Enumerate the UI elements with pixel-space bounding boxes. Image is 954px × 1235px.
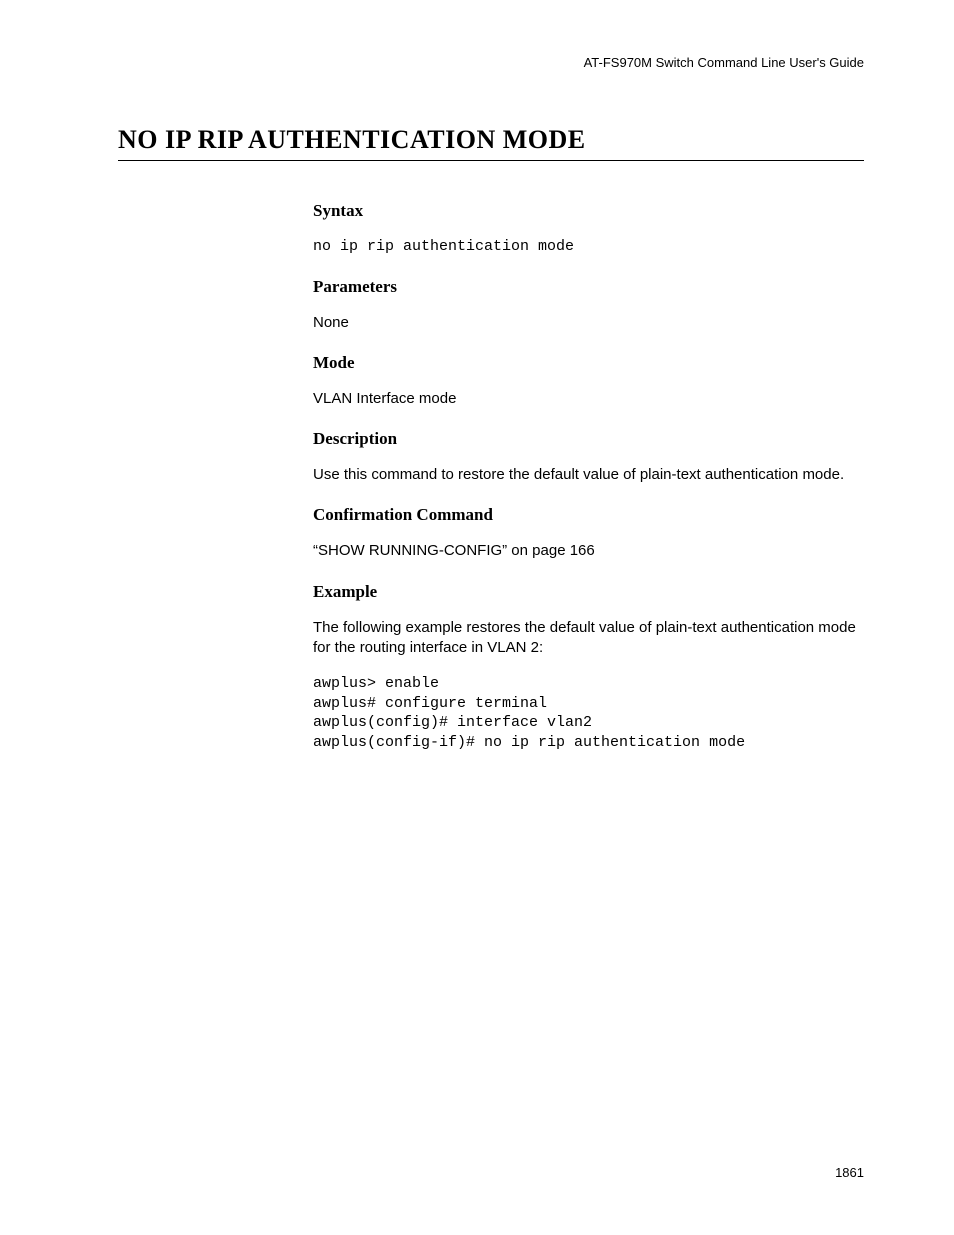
confirmation-heading: Confirmation Command [313, 505, 864, 525]
mode-heading: Mode [313, 353, 864, 373]
content-body: Syntax no ip rip authentication mode Par… [313, 201, 864, 752]
syntax-command: no ip rip authentication mode [313, 237, 864, 257]
document-page: AT-FS970M Switch Command Line User's Gui… [0, 0, 954, 800]
parameters-value: None [313, 313, 864, 333]
syntax-heading: Syntax [313, 201, 864, 221]
confirmation-text: “SHOW RUNNING-CONFIG” on page 166 [313, 541, 864, 561]
mode-value: VLAN Interface mode [313, 389, 864, 409]
page-title: NO IP RIP AUTHENTICATION MODE [118, 125, 864, 161]
example-intro: The following example restores the defau… [313, 618, 864, 659]
description-heading: Description [313, 429, 864, 449]
example-code: awplus> enable awplus# configure termina… [313, 674, 864, 752]
page-number: 1861 [835, 1165, 864, 1180]
header-guide-title: AT-FS970M Switch Command Line User's Gui… [118, 55, 864, 70]
example-heading: Example [313, 582, 864, 602]
parameters-heading: Parameters [313, 277, 864, 297]
description-text: Use this command to restore the default … [313, 465, 864, 485]
